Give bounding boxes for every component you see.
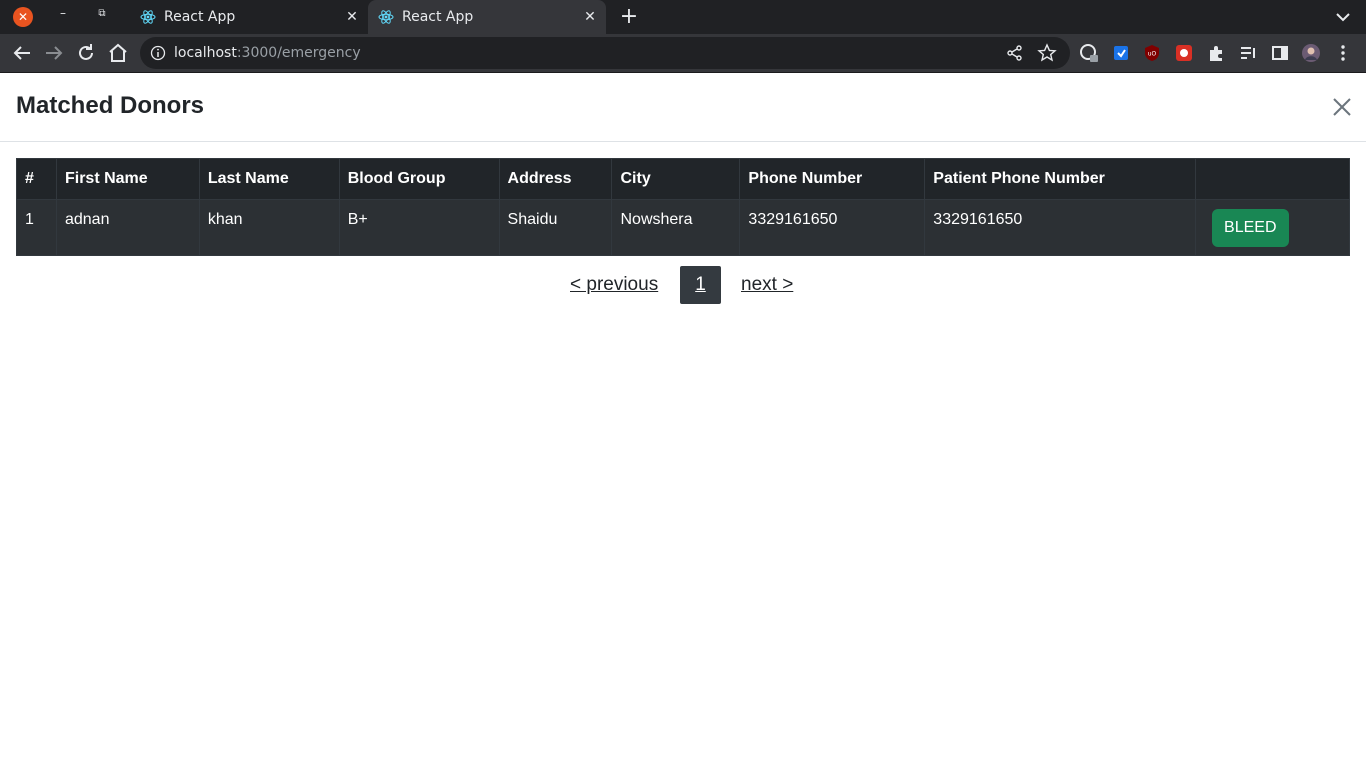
cell-last-name: khan — [198, 199, 340, 256]
share-icon[interactable] — [1006, 44, 1024, 62]
info-icon[interactable] — [150, 45, 166, 61]
cell-city: Nowshera — [611, 199, 741, 256]
tab-title: React App — [164, 9, 236, 25]
forward-arrow-icon[interactable] — [42, 41, 66, 65]
url-path: :3000/emergency — [236, 45, 361, 61]
more-menu-icon[interactable] — [1333, 43, 1353, 63]
close-icon[interactable] — [1330, 95, 1354, 119]
browser-tab-1[interactable]: React App ✕ — [130, 0, 368, 34]
window-minimize-icon[interactable]: – — [55, 6, 71, 26]
bleed-button[interactable]: BLEED — [1212, 208, 1289, 247]
extension-screen-icon[interactable] — [1111, 43, 1131, 63]
column-header-address: Address — [498, 158, 613, 200]
cell-blood-group: B+ — [338, 199, 500, 256]
column-header-index: # — [16, 158, 57, 200]
bookmark-star-icon[interactable] — [1037, 43, 1057, 63]
column-header-last-name: Last Name — [198, 158, 340, 200]
browser-tab-2[interactable]: React App ✕ — [368, 0, 606, 34]
cell-action: BLEED — [1195, 199, 1350, 256]
chevron-down-icon[interactable] — [1334, 7, 1352, 27]
ublock-origin-icon[interactable]: uO — [1142, 43, 1162, 63]
column-header-city: City — [611, 158, 741, 200]
tab-title: React App — [402, 9, 474, 25]
cell-first-name: adnan — [55, 199, 200, 256]
tab-close-icon[interactable]: ✕ — [344, 8, 360, 26]
extensions-puzzle-icon[interactable] — [1206, 43, 1226, 63]
extension-red-icon[interactable] — [1174, 43, 1194, 63]
media-queue-icon[interactable] — [1238, 43, 1258, 63]
tab-close-icon[interactable]: ✕ — [582, 8, 598, 26]
browser-tabstrip: ✕ – ⧉ React App ✕ React App ✕ + — [0, 0, 1366, 34]
modal-header: Matched Donors — [0, 73, 1366, 142]
matched-donors-table: # First Name Last Name Blood Group Addre… — [16, 158, 1350, 256]
cell-index: 1 — [16, 199, 57, 256]
react-icon — [140, 10, 156, 24]
back-arrow-icon[interactable] — [10, 41, 34, 65]
react-icon — [378, 10, 394, 24]
cell-patient-phone: 3329161650 — [924, 199, 1197, 256]
pagination: < previous 1 next > — [0, 266, 1366, 304]
column-header-patient-phone: Patient Phone Number — [924, 158, 1197, 200]
url-text[interactable]: localhost:3000/emergency — [174, 44, 361, 62]
window-restore-icon[interactable]: ⧉ — [94, 8, 110, 26]
modal-title: Matched Donors — [16, 92, 205, 119]
extension-gauge-icon[interactable] — [1079, 43, 1099, 63]
profile-avatar-icon[interactable] — [1301, 43, 1321, 63]
svg-text:uO: uO — [1148, 51, 1157, 58]
address-bar[interactable]: localhost:3000/emergency — [140, 37, 1070, 69]
new-tab-icon[interactable]: + — [618, 4, 640, 30]
next-page-link[interactable]: next > — [741, 274, 793, 296]
column-header-blood-group: Blood Group — [338, 158, 500, 200]
browser-toolbar: localhost:3000/emergency uO — [0, 34, 1366, 73]
window-close-icon[interactable]: ✕ — [13, 7, 33, 27]
previous-page-link[interactable]: < previous — [570, 274, 658, 296]
url-host: localhost — [174, 45, 237, 61]
table-row: 1 adnan khan B+ Shaidu Nowshera 33291616… — [16, 199, 1350, 256]
cell-phone: 3329161650 — [739, 199, 926, 256]
column-header-first-name: First Name — [55, 158, 200, 200]
cell-address: Shaidu — [498, 199, 613, 256]
side-panel-icon[interactable] — [1270, 43, 1290, 63]
table-header-row: # First Name Last Name Blood Group Addre… — [16, 158, 1350, 200]
home-icon[interactable] — [106, 41, 130, 65]
column-header-action — [1195, 158, 1350, 200]
page-number-1[interactable]: 1 — [680, 266, 721, 304]
column-header-phone: Phone Number — [739, 158, 926, 200]
reload-icon[interactable] — [74, 41, 98, 65]
